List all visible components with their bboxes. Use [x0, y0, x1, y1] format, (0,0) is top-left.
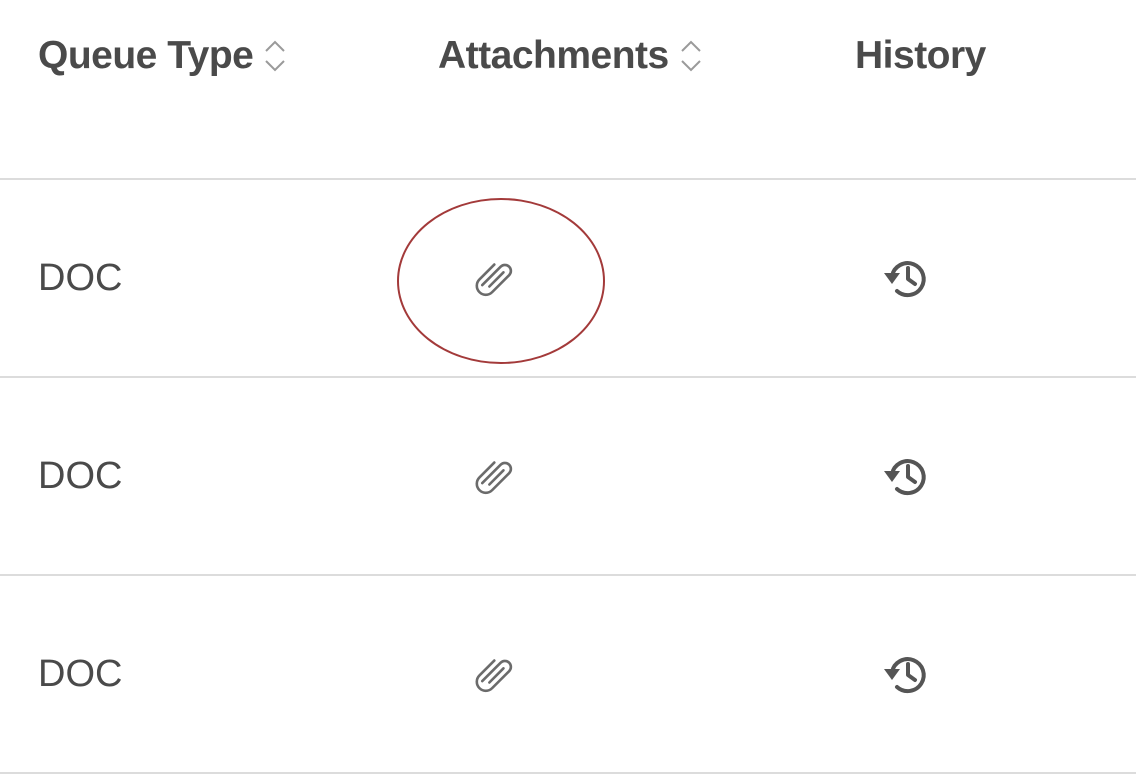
queue-table: Queue Type Attachments History DOC DOC D… — [0, 0, 1136, 776]
paperclip-icon[interactable] — [460, 378, 530, 574]
queue-type-cell: DOC — [38, 652, 123, 695]
column-header-label: Queue Type — [38, 34, 254, 77]
history-icon[interactable] — [872, 576, 942, 772]
column-header-attachments[interactable]: Attachments — [438, 28, 705, 84]
table-row: DOC — [0, 378, 1136, 576]
column-header-label: Attachments — [438, 34, 669, 77]
sort-arrows-icon[interactable] — [261, 34, 289, 78]
table-row: DOC — [0, 180, 1136, 378]
column-header-queue-type[interactable]: Queue Type — [38, 28, 289, 84]
queue-type-cell: DOC — [38, 454, 123, 497]
table-header: Queue Type Attachments History — [0, 0, 1136, 180]
column-header-history: History — [855, 28, 986, 84]
history-icon[interactable] — [872, 378, 942, 574]
table-row: DOC — [0, 576, 1136, 774]
queue-type-cell: DOC — [38, 256, 123, 299]
sort-arrows-icon[interactable] — [677, 34, 705, 78]
history-icon[interactable] — [872, 180, 942, 376]
column-header-label: History — [855, 34, 986, 77]
paperclip-icon[interactable] — [460, 576, 530, 772]
paperclip-icon[interactable] — [460, 180, 530, 376]
